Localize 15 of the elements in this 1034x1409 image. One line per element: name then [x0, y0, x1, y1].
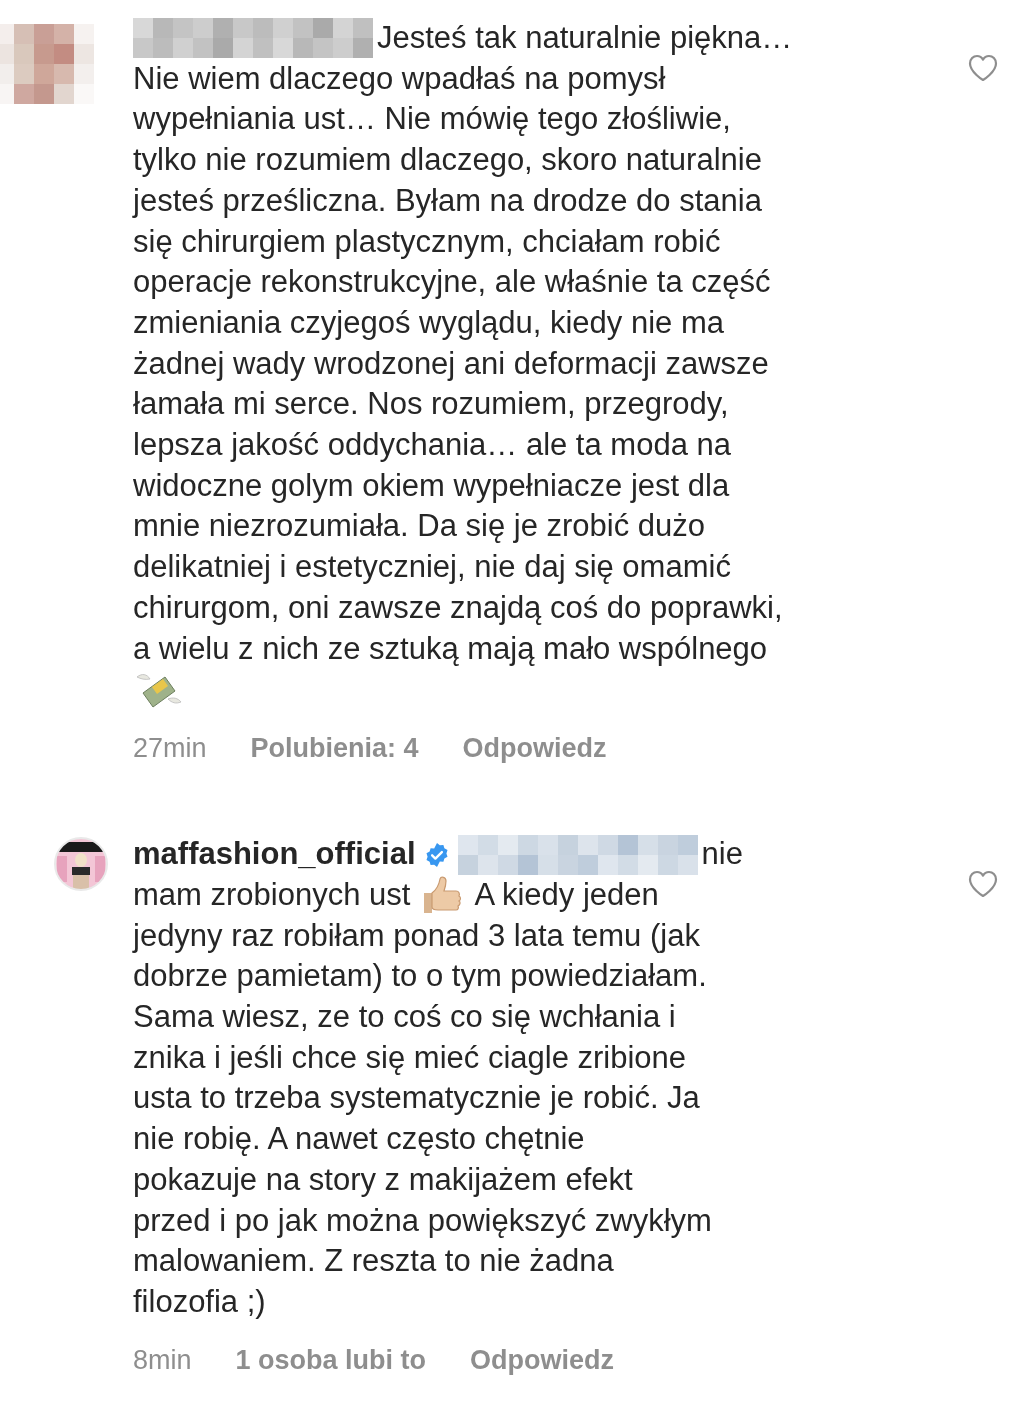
comment-text: nie — [701, 835, 743, 874]
heart-icon[interactable] — [968, 54, 998, 82]
likes-link[interactable]: 1 osoba lubi to — [235, 1344, 427, 1376]
reply-link[interactable]: Odpowiedz — [462, 733, 607, 765]
comment-text: Jesteś tak naturalnie piękna… — [377, 19, 793, 57]
comment-text: jedyny raz robiłam ponad 3 lata temu (jak dobrze pamietam) to o tym powiedziałam. Sama wiesz, ze to coś co się wchłania i znika i jeśli chce się mieć ciagle zribione usta to trzeba systematycznie je robić. Ja nie robię. A nawet często chętnie pokazuje na story z makijażem efekt przed i po jak można powiększyć zwykłym malowaniem. Z reszta to nie żadna filozofia ;) — [133, 916, 712, 1321]
comment-text: Nie wiem dlaczego wpadłaś na pomysł wypełniania ust… Nie mówię tego złośliwie, tylko nie rozumiem dlaczego, skoro naturalnie jesteś prześliczna. Byłam na drodze do stania się chirurgiem plastycznym, chciałam robić operacje rekonstrukcyjne, ale właśnie ta część zmieniania czyjegoś wyglądu, kiedy nie ma żadnej wady wrodzonej ani deformacji zawsze łamała mi serce. Nos rozumiem, przegrody, lepsza jakość oddychania… ale ta moda na widoczne golym okiem wypełniacze jest dla mnie niezrozumiała. Da się je zrobić dużo delikatniej i estetyczniej, nie daj się omamić chirurgom, oni zawsze znajdą coś do poprawki, a wielu z nich ze sztuką mają mało wspólnego — [133, 59, 783, 668]
comment-time: 8min — [133, 1344, 192, 1376]
likes-link[interactable]: Polubienia: 4 — [250, 733, 419, 765]
username[interactable]: maffashion_official — [133, 834, 416, 875]
heart-icon[interactable] — [968, 870, 998, 899]
comment-text: A kiedy jeden — [474, 875, 659, 914]
comment-time: 27min — [133, 733, 207, 765]
comment-text: mam zrobionych ust — [133, 875, 411, 914]
reply-link[interactable]: Odpowiedz — [470, 1344, 615, 1376]
